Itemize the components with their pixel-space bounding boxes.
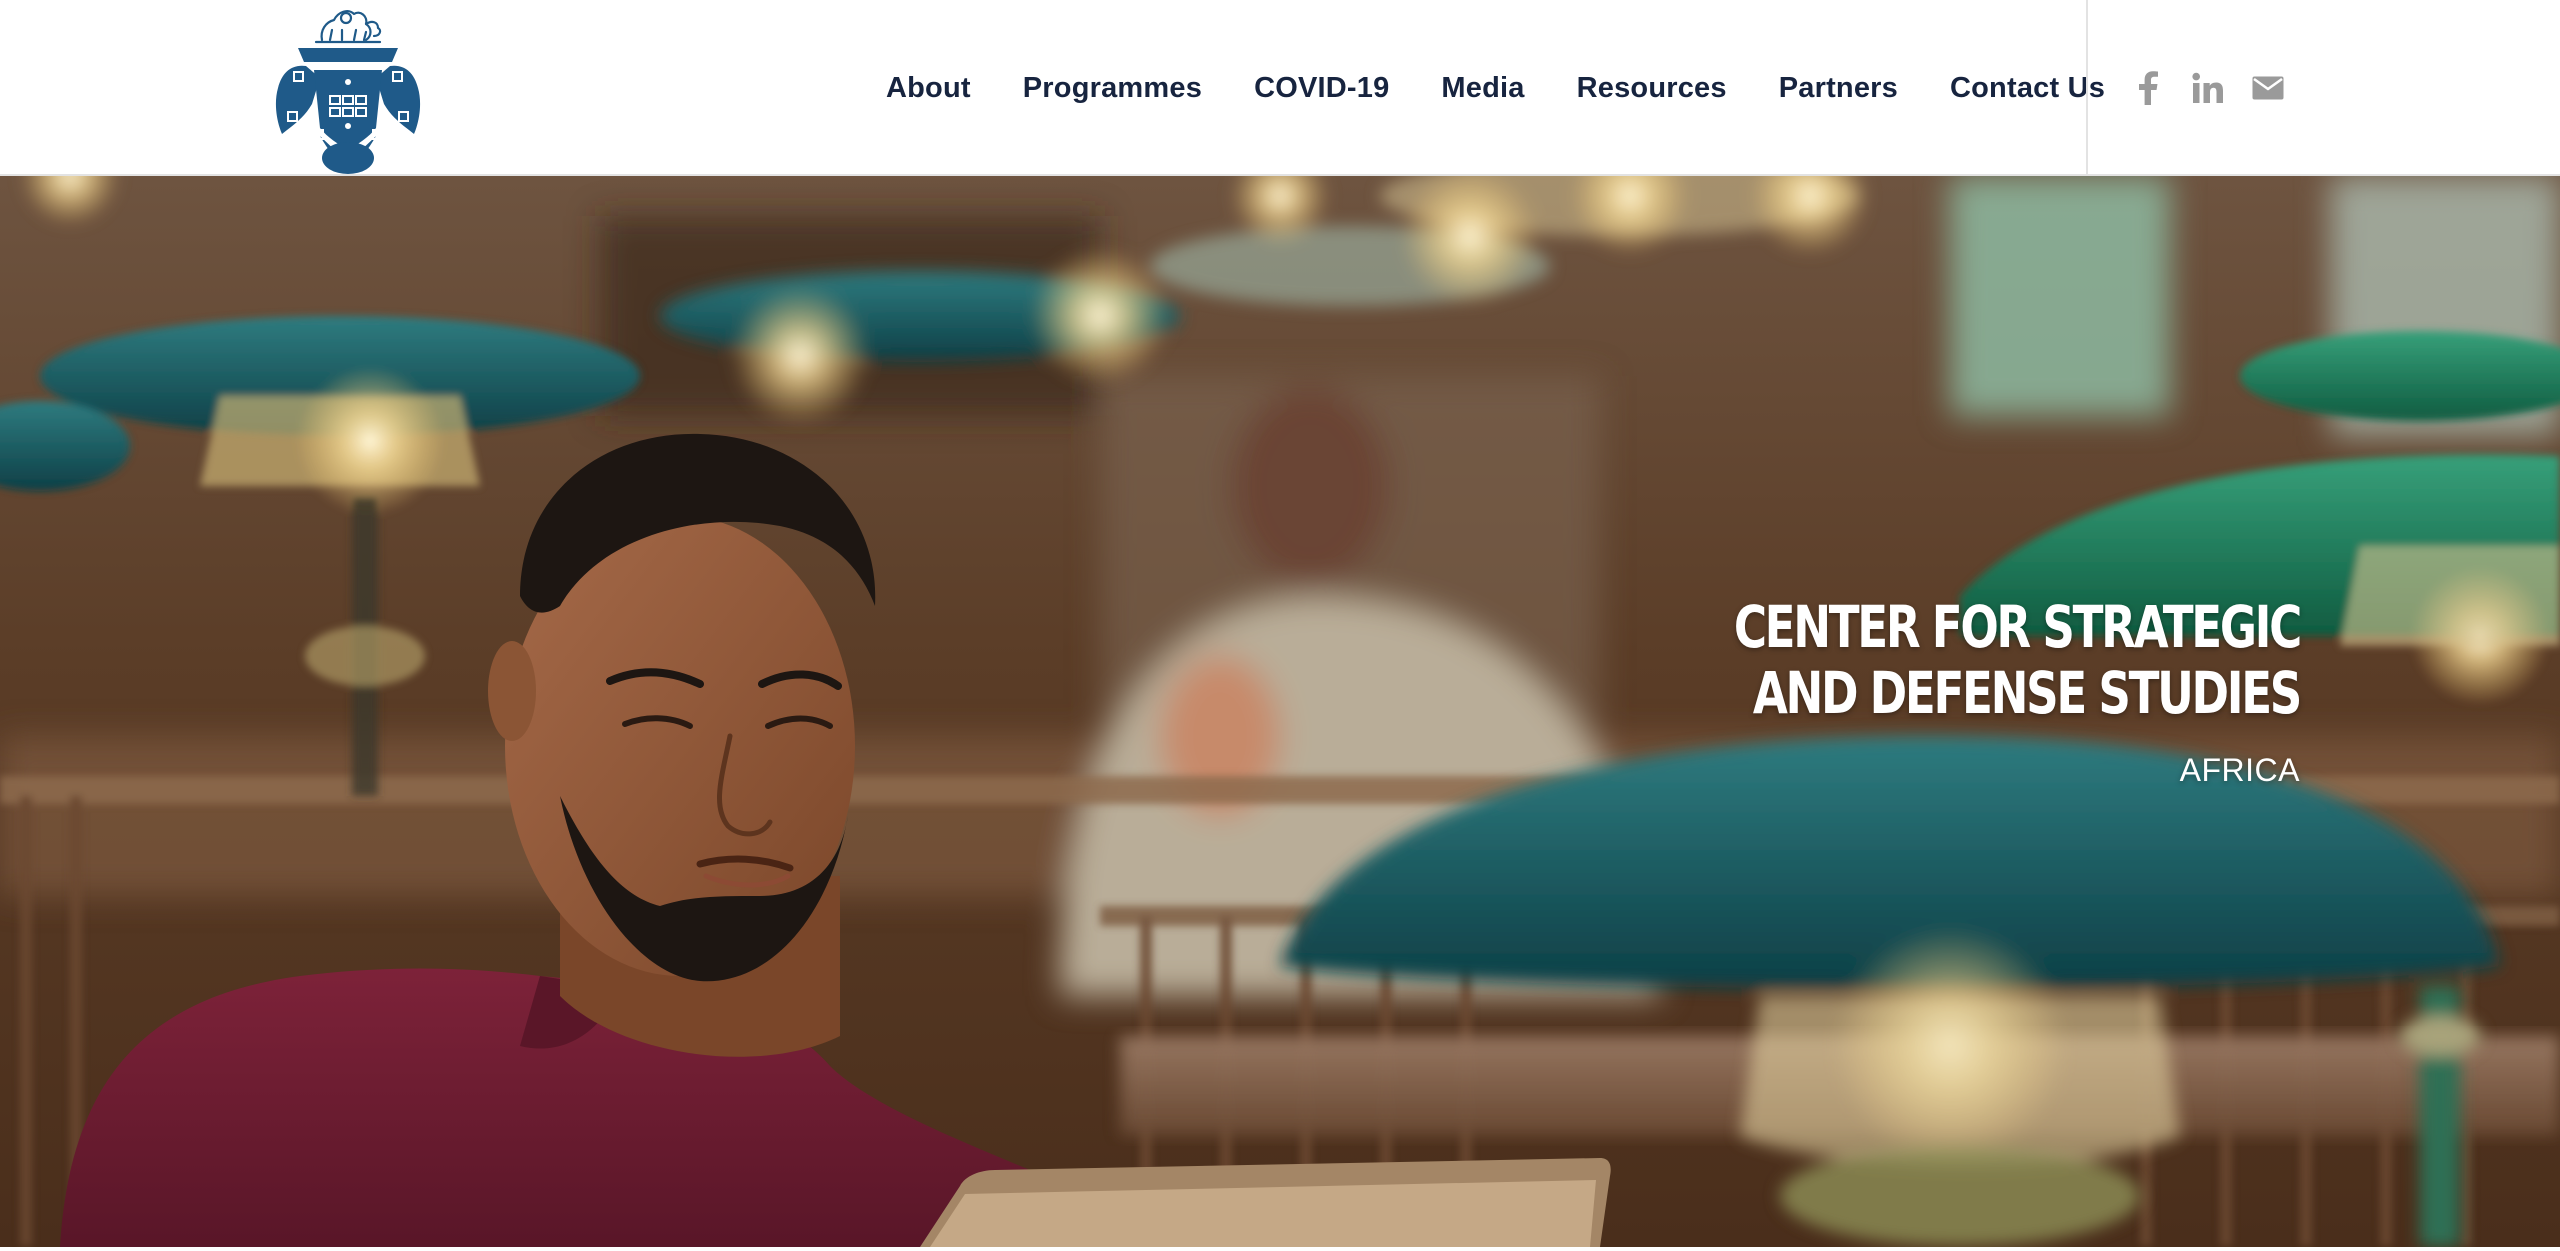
facebook-icon xyxy=(2139,71,2158,105)
nav-about[interactable]: About xyxy=(860,72,997,105)
nav-media[interactable]: Media xyxy=(1415,72,1550,105)
nav-resources[interactable]: Resources xyxy=(1551,72,1753,105)
crest-logo-icon xyxy=(275,10,421,174)
hero-title: CENTER FOR STRATEGIC AND DEFENSE STUDIES xyxy=(1733,593,2303,727)
hero-subtitle: AFRICA xyxy=(2179,752,2300,788)
nav-programmes[interactable]: Programmes xyxy=(997,72,1228,105)
linkedin-link[interactable] xyxy=(2188,68,2228,108)
nav-partners[interactable]: Partners xyxy=(1753,72,1924,105)
site-logo[interactable] xyxy=(268,0,428,176)
facebook-link[interactable] xyxy=(2128,68,2168,108)
site-header: About Programmes COVID-19 Media Resource… xyxy=(0,0,2560,176)
nav-contact-us[interactable]: Contact Us xyxy=(1924,72,2131,105)
hero-banner: CENTER FOR STRATEGIC AND DEFENSE STUDIES… xyxy=(0,176,2560,1247)
email-link[interactable] xyxy=(2248,68,2288,108)
main-navigation: About Programmes COVID-19 Media Resource… xyxy=(860,0,2131,176)
hero-caption: CENTER FOR STRATEGIC AND DEFENSE STUDIES… xyxy=(1440,593,2303,789)
page-bottom-edge xyxy=(0,1247,2560,1251)
mail-icon xyxy=(2252,76,2284,100)
social-links xyxy=(2128,0,2308,176)
linkedin-icon xyxy=(2192,72,2223,103)
nav-covid-19[interactable]: COVID-19 xyxy=(1228,72,1415,105)
header-divider xyxy=(2086,0,2088,176)
